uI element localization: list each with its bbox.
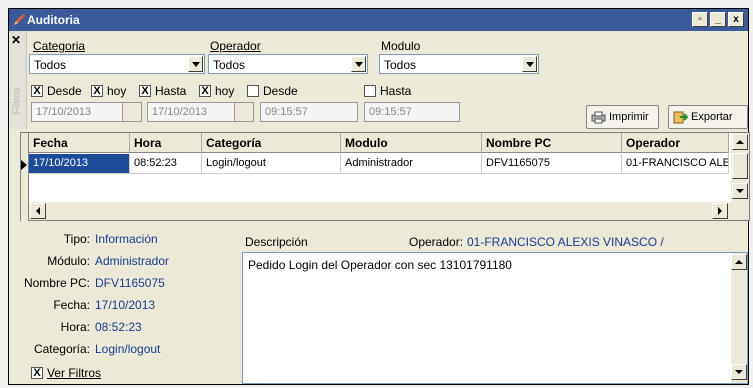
- grid-vertical-scrollbar[interactable]: [731, 133, 749, 202]
- operador-select[interactable]: Todos: [208, 54, 368, 74]
- cell-modulo[interactable]: Administrador: [341, 154, 482, 174]
- close-filters-icon[interactable]: ✕: [11, 33, 21, 47]
- hasta-time-checkbox[interactable]: [364, 85, 376, 97]
- column-header-nombre-pc[interactable]: Nombre PC: [482, 133, 622, 153]
- filters-side-label: Filtros: [11, 87, 23, 115]
- hasta-label: Hasta: [155, 84, 187, 98]
- current-row-arrow-icon: [21, 160, 27, 170]
- audit-grid: Fecha Hora Categoría Modulo Nombre PC Op…: [28, 132, 750, 221]
- descripcion-scroll-down-button[interactable]: [731, 364, 747, 380]
- modulo-value: Todos: [384, 58, 417, 72]
- column-header-hora[interactable]: Hora: [130, 133, 202, 153]
- exportar-button[interactable]: Exportar: [668, 105, 748, 129]
- column-header-fecha[interactable]: Fecha: [29, 133, 130, 153]
- scroll-up-button[interactable]: [732, 134, 748, 150]
- row-indicator-column: [20, 132, 28, 221]
- chevron-down-icon[interactable]: [522, 56, 537, 72]
- tipo-label: Tipo:: [63, 232, 90, 246]
- arrow-up-icon: [736, 140, 744, 144]
- scroll-left-button[interactable]: [30, 203, 46, 219]
- modulo-select[interactable]: Todos: [379, 54, 539, 74]
- hoy-hasta-checkbox[interactable]: X: [199, 85, 211, 97]
- arrow-left-icon: [36, 207, 40, 215]
- arrow-down-icon: [736, 189, 744, 193]
- imprimir-button[interactable]: Imprimir: [586, 105, 659, 129]
- hasta-date-picker-button[interactable]: [234, 102, 254, 122]
- hasta-time-field[interactable]: 09:15:57: [364, 102, 460, 122]
- cell-operador[interactable]: 01-FRANCISCO ALEXIS: [622, 154, 729, 174]
- categoria-label: Categoria: [33, 39, 86, 53]
- arrow-up-icon: [735, 260, 743, 264]
- nombre-pc-value: DFV1165075: [95, 276, 165, 290]
- operador-detail-label: Operador:: [409, 235, 464, 249]
- hora-detail-label: Hora:: [60, 320, 90, 334]
- restore-button[interactable]: ▫: [692, 12, 708, 27]
- categoria-select[interactable]: Todos: [29, 54, 205, 74]
- descripcion-label: Descripción: [245, 235, 308, 249]
- cell-hora[interactable]: 08:52:23: [130, 154, 202, 174]
- cell-categoria[interactable]: Login/logout: [202, 154, 341, 174]
- auditoria-window: Auditoria ▫ _ x ✕ Filtros Categoria Todo…: [8, 8, 750, 385]
- ver-filtros-label[interactable]: Ver Filtros: [47, 366, 101, 380]
- fecha-detail-label: Fecha:: [53, 298, 90, 312]
- desde-checkbox[interactable]: X: [31, 85, 43, 97]
- close-button[interactable]: x: [728, 12, 744, 27]
- desde-label: Desde: [47, 84, 82, 98]
- title-bar[interactable]: Auditoria ▫ _ x: [9, 9, 748, 31]
- hoy-desde-label: hoy: [107, 84, 127, 98]
- modulo-detail-label: Módulo:: [47, 254, 90, 268]
- categoria-detail-label: Categoría:: [33, 342, 90, 356]
- cell-nombre-pc[interactable]: DFV1165075: [482, 154, 622, 174]
- categoria-detail-value: Login/logout: [95, 342, 161, 356]
- column-header-categoria[interactable]: Categoría: [202, 133, 341, 153]
- operador-label: Operador: [210, 39, 261, 53]
- cell-fecha[interactable]: 17/10/2013: [29, 154, 130, 174]
- window-title: Auditoria: [27, 13, 80, 27]
- scroll-thumb[interactable]: [732, 153, 748, 179]
- chevron-down-icon[interactable]: [188, 56, 203, 72]
- scroll-down-button[interactable]: [732, 183, 748, 199]
- categoria-value: Todos: [34, 58, 67, 72]
- fecha-detail-value: 17/10/2013: [95, 298, 156, 312]
- descripcion-text: Pedido Login del Operador con sec 131017…: [248, 258, 512, 272]
- desde-time-label: Desde: [263, 84, 298, 98]
- hasta-checkbox[interactable]: X: [139, 85, 151, 97]
- hasta-date-field[interactable]: 17/10/2013: [147, 102, 237, 122]
- column-header-modulo[interactable]: Modulo: [341, 133, 482, 153]
- descripcion-scroll-up-button[interactable]: [731, 254, 747, 270]
- pencil-icon: [14, 14, 25, 25]
- hasta-time-label: Hasta: [380, 84, 412, 98]
- minimize-button[interactable]: _: [710, 12, 726, 27]
- filters-side-tab[interactable]: ✕ Filtros: [9, 31, 27, 129]
- printer-icon: [591, 111, 606, 124]
- hora-detail-value: 08:52:23: [95, 320, 142, 334]
- descripcion-scrollbar[interactable]: [731, 253, 747, 383]
- modulo-label: Modulo: [381, 39, 421, 53]
- desde-time-field[interactable]: 09:15:57: [260, 102, 358, 122]
- operador-value: Todos: [213, 58, 246, 72]
- column-header-operador[interactable]: Operador: [622, 133, 729, 153]
- arrow-down-icon: [735, 370, 743, 374]
- arrow-right-icon: [718, 207, 722, 215]
- nombre-pc-label: Nombre PC:: [23, 276, 90, 290]
- grid-horizontal-scrollbar[interactable]: [29, 202, 749, 220]
- scroll-right-button[interactable]: [712, 203, 728, 219]
- ver-filtros-checkbox[interactable]: X: [31, 367, 43, 379]
- descripcion-textarea[interactable]: Pedido Login del Operador con sec 131017…: [242, 252, 748, 384]
- export-icon: [673, 111, 688, 124]
- hoy-hasta-label: hoy: [215, 84, 235, 98]
- operador-detail-value: 01-FRANCISCO ALEXIS VINASCO /: [467, 235, 664, 249]
- tipo-value: Información: [95, 232, 158, 246]
- desde-date-field[interactable]: 17/10/2013: [31, 102, 125, 122]
- imprimir-label: Imprimir: [609, 111, 649, 123]
- chevron-down-icon[interactable]: [351, 56, 366, 72]
- exportar-label: Exportar: [691, 111, 733, 123]
- desde-date-picker-button[interactable]: [122, 102, 142, 122]
- hoy-desde-checkbox[interactable]: X: [91, 85, 103, 97]
- desde-time-checkbox[interactable]: [247, 85, 259, 97]
- modulo-detail-value: Administrador: [95, 254, 170, 268]
